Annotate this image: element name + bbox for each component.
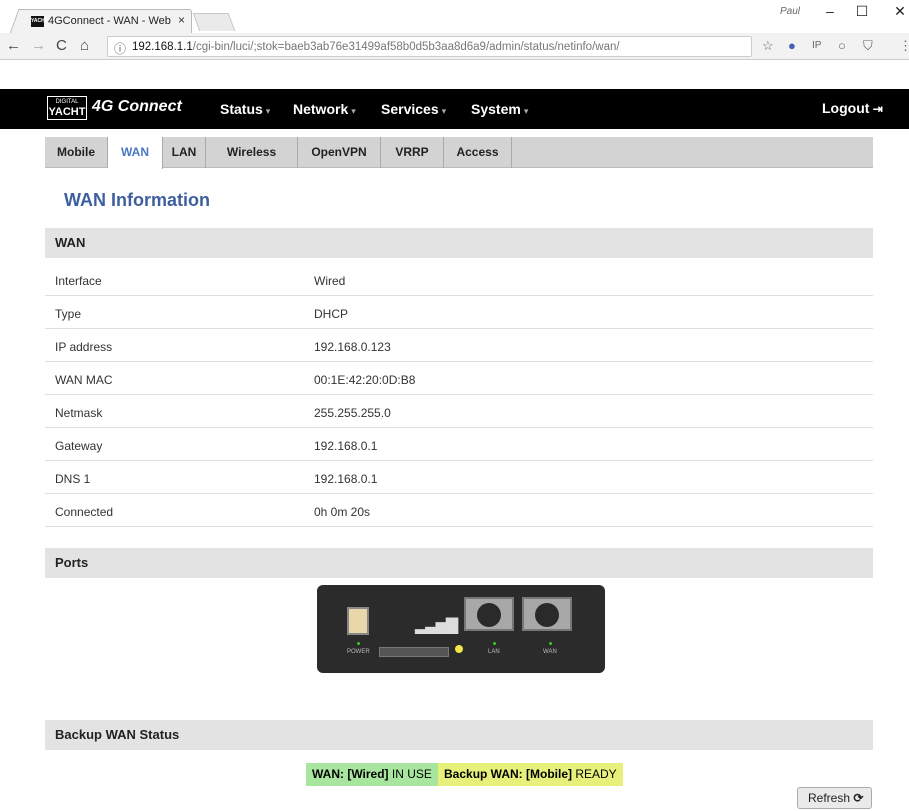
wan-label: WAN (543, 649, 557, 655)
row-key: IP address (55, 340, 113, 354)
maximize-icon[interactable]: ☐ (847, 3, 877, 20)
address-bar[interactable]: ⓘ 192.168.1.1/cgi-bin/luci/;stok=baeb3ab… (107, 36, 752, 57)
favicon-icon: YACHT (31, 16, 48, 27)
logout-button[interactable]: Logout ⇥ (822, 100, 883, 116)
table-row: Gateway 192.168.0.1 (45, 428, 873, 461)
home-icon[interactable]: ⌂ (80, 37, 89, 54)
browser-menu-icon[interactable]: ⋮ (899, 38, 909, 54)
row-value: DHCP (314, 307, 349, 321)
row-value: 255.255.255.0 (314, 406, 391, 420)
row-key: DNS 1 (55, 472, 91, 486)
brand-name[interactable]: 4G Connect (92, 98, 182, 116)
row-key: Type (55, 307, 82, 321)
tab-lan[interactable]: LAN (163, 137, 206, 168)
backup-section-header: Backup WAN Status (45, 720, 873, 750)
minimize-icon[interactable]: – (815, 3, 845, 19)
chevron-down-icon: ▾ (265, 106, 271, 116)
router-illustration: POWER ▂▃▅▇ LAN WAN (317, 585, 605, 673)
tab-access[interactable]: Access (444, 137, 512, 168)
ip-extension-icon[interactable]: IP (812, 40, 821, 51)
url-text[interactable]: 192.168.1.1/cgi-bin/luci/;stok=baeb3ab76… (132, 41, 620, 53)
new-tab-button[interactable] (192, 13, 236, 31)
row-key: Connected (55, 505, 114, 519)
wan-section-header: WAN (45, 228, 873, 258)
tab-wan[interactable]: WAN (108, 137, 163, 169)
page: DIGITAL YACHT 4G Connect Status ▾ Network… (0, 61, 909, 811)
tab-vrrp[interactable]: VRRP (381, 137, 444, 168)
tab-openvpn[interactable]: OpenVPN (298, 137, 381, 168)
row-value: 0h 0m 20s (314, 505, 371, 519)
table-row: Connected 0h 0m 20s (45, 494, 873, 527)
tab-mobile[interactable]: Mobile (45, 137, 108, 168)
sim-slot (379, 647, 449, 657)
info-icon[interactable]: ⓘ (114, 40, 126, 57)
page-tabs: Mobile WAN LAN Wireless OpenVPN VRRP Acc… (45, 137, 873, 169)
lan-label: LAN (488, 649, 500, 655)
power-led (357, 642, 360, 645)
signal-bars-icon: ▂▃▅▇ (415, 617, 458, 634)
brand-logo[interactable]: DIGITAL YACHT (47, 96, 87, 120)
wan-led (549, 642, 552, 645)
wan-status-badge: WAN: [Wired] IN USE (306, 763, 438, 786)
extension-shield-icon[interactable]: ⛉ (863, 38, 873, 54)
extension-circle-icon[interactable]: ○ (838, 38, 846, 53)
chevron-down-icon: ▾ (441, 106, 447, 116)
tab-wireless[interactable]: Wireless (206, 137, 298, 168)
logout-icon: ⇥ (869, 102, 883, 116)
row-key: WAN MAC (55, 373, 113, 387)
power-connector-icon (347, 607, 369, 635)
table-row: IP address 192.168.0.123 (45, 329, 873, 362)
table-row: Interface Wired (45, 263, 873, 296)
table-row: DNS 1 192.168.0.1 (45, 461, 873, 494)
browser-tab[interactable]: YACHT 4GConnect - WAN - Web × (22, 9, 192, 33)
menu-services[interactable]: Services ▾ (381, 101, 446, 117)
table-row: WAN MAC 00:1E:42:20:0D:B8 (45, 362, 873, 395)
chevron-down-icon: ▾ (351, 106, 356, 116)
row-value: Wired (314, 274, 346, 288)
browser-titlebar: YACHT 4GConnect - WAN - Web × Paul – ☐ ✕ (0, 0, 909, 33)
lan-led (493, 642, 496, 645)
forward-icon[interactable]: → (31, 37, 46, 54)
extension-icon[interactable]: ● (788, 38, 796, 53)
reload-icon[interactable]: C (56, 37, 67, 54)
menu-status[interactable]: Status ▾ (220, 101, 270, 117)
refresh-icon: ⟳ (853, 791, 864, 805)
tab-close-icon[interactable]: × (178, 13, 185, 27)
page-title: WAN Information (64, 190, 210, 210)
menu-network[interactable]: Network ▾ (293, 101, 356, 117)
row-value: 192.168.0.123 (314, 340, 391, 354)
backup-wan-status-badge: Backup WAN: [Mobile] READY (438, 763, 623, 786)
power-label: POWER (347, 649, 370, 655)
status-led (455, 645, 463, 653)
menu-system[interactable]: System ▾ (471, 101, 528, 117)
table-row: Type DHCP (45, 296, 873, 329)
site-header: DIGITAL YACHT 4G Connect Status ▾ Network… (0, 89, 909, 129)
browser-tab-title: 4GConnect - WAN - Web (48, 15, 171, 27)
lan-port (464, 597, 514, 631)
wan-port (522, 597, 572, 631)
browser-user[interactable]: Paul (780, 6, 800, 17)
row-value: 192.168.0.1 (314, 439, 378, 453)
back-icon[interactable]: ← (6, 37, 21, 54)
refresh-button[interactable]: Refresh ⟳ (797, 787, 872, 809)
row-key: Netmask (55, 406, 103, 420)
row-key: Interface (55, 274, 102, 288)
ports-section-header: Ports (45, 548, 873, 578)
chevron-down-icon: ▾ (523, 106, 529, 116)
row-key: Gateway (55, 439, 103, 453)
window-close-icon[interactable]: ✕ (885, 3, 909, 20)
browser-toolbar: ← → C ⌂ ⓘ 192.168.1.1/cgi-bin/luci/;stok… (0, 33, 909, 60)
table-row: Netmask 255.255.255.0 (45, 395, 873, 428)
row-value: 00:1E:42:20:0D:B8 (314, 373, 416, 387)
bookmark-star-icon[interactable]: ☆ (762, 38, 774, 54)
row-value: 192.168.0.1 (314, 472, 378, 486)
